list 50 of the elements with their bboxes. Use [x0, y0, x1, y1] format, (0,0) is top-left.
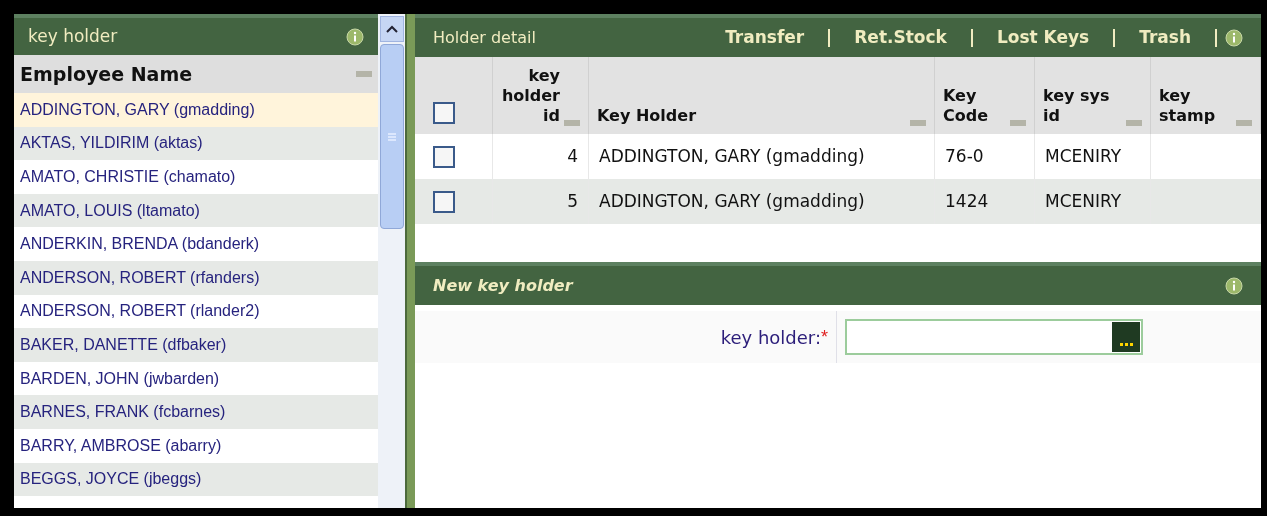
- table-cell-text: MCENIRY: [1045, 189, 1122, 213]
- key-holder-field[interactable]: [845, 319, 1143, 355]
- table-row[interactable]: 5 ADDINGTON, GARY (gmadding) 1424 MCENIRY: [415, 179, 1261, 224]
- scroll-up-button[interactable]: [379, 16, 404, 42]
- info-icon[interactable]: [346, 27, 364, 46]
- column-title: key stamp: [1159, 86, 1217, 126]
- column-title: key sys id: [1043, 86, 1111, 126]
- info-icon[interactable]: [1225, 28, 1243, 47]
- table-cell-text: 4: [567, 144, 578, 168]
- employee-row[interactable]: AMATO, LOUIS (ltamato): [14, 193, 378, 228]
- scrollbar[interactable]: [378, 14, 405, 508]
- column-title: Key Holder: [597, 106, 697, 126]
- column-header[interactable]: Employee Name: [14, 55, 378, 93]
- employee-row[interactable]: BEGGS, JOYCE (jbeggs): [14, 462, 378, 497]
- field-label: key holder:: [720, 325, 821, 350]
- table-cell-text: 5: [567, 189, 578, 213]
- checkbox[interactable]: [433, 102, 455, 124]
- employee-row[interactable]: BAKER, DANETTE (dfbaker): [14, 328, 378, 362]
- checkbox[interactable]: [433, 190, 455, 213]
- toolbar-link[interactable]: Transfer: [701, 24, 829, 51]
- toolbar-link[interactable]: Trash: [1115, 24, 1215, 51]
- table-cell-text: MCENIRY: [1045, 144, 1122, 168]
- employee-row[interactable]: BARNES, FRANK (fcbarnes): [14, 395, 378, 429]
- table-cell-text: 1424: [945, 189, 989, 213]
- sort-handle-icon[interactable]: [564, 120, 580, 126]
- table-cell-text: ADDINGTON, GARY (gmadding): [599, 189, 865, 213]
- lookup-button[interactable]: [1112, 322, 1140, 352]
- table-cell-text: 76-0: [945, 144, 984, 168]
- panel-title: New key holder: [433, 274, 573, 297]
- panel-title: key holder: [28, 24, 118, 48]
- employee-row[interactable]: ANDERSON, ROBERT (rfanders): [14, 260, 378, 295]
- employee-row[interactable]: ADDINGTON, GARY (gmadding): [14, 93, 378, 127]
- required-marker: *: [821, 325, 828, 349]
- sort-handle-icon[interactable]: [1236, 120, 1252, 126]
- employee-row[interactable]: AKTAS, YILDIRIM (aktas): [14, 126, 378, 161]
- checkbox[interactable]: [433, 145, 455, 168]
- chevron-up-icon: [385, 25, 398, 33]
- info-icon[interactable]: [1225, 276, 1243, 295]
- toolbar-link[interactable]: Lost Keys: [972, 24, 1114, 51]
- sort-handle-icon[interactable]: [1126, 120, 1142, 126]
- sort-handle-icon[interactable]: [1010, 120, 1026, 126]
- column-title: Key Code: [943, 86, 990, 126]
- table-cell-text: ADDINGTON, GARY (gmadding): [599, 144, 865, 168]
- panel-title: Holder detail: [433, 26, 536, 49]
- column-title: Employee Name: [20, 61, 193, 87]
- sort-handle-icon[interactable]: [356, 71, 372, 77]
- sort-handle-icon[interactable]: [910, 120, 926, 126]
- column-title: key holder id: [501, 66, 560, 126]
- toolbar-link[interactable]: Ret.Stock: [830, 24, 971, 51]
- scroll-thumb[interactable]: [379, 44, 404, 229]
